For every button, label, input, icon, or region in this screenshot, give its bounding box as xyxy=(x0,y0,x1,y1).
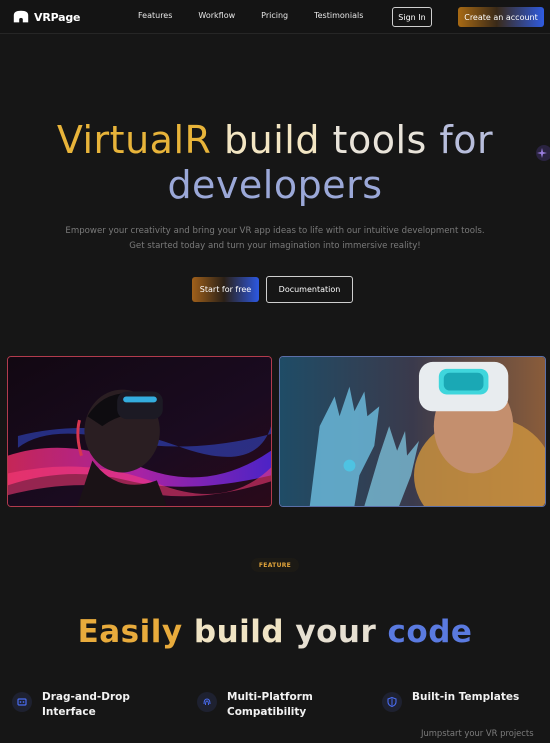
feature-label-line: Built-in Templates xyxy=(412,691,520,703)
hero-title-word: build xyxy=(224,118,320,162)
brand-name: VRPage xyxy=(34,10,81,24)
nav-link-features[interactable]: Features xyxy=(138,11,172,20)
section-title-word: build xyxy=(193,614,285,650)
nav-link-testimonials[interactable]: Testimonials xyxy=(314,11,363,20)
create-account-button[interactable]: Create an account xyxy=(458,7,544,27)
feature-item-templates: Built-in Templates xyxy=(382,690,532,712)
vr-headset-image-right xyxy=(279,356,546,507)
hero-title: VirtualR build tools for developers xyxy=(0,118,550,208)
feature-badge: FEATURE xyxy=(251,558,299,572)
top-nav: VRPage Features Workflow Pricing Testimo… xyxy=(0,0,550,34)
drag-icon xyxy=(12,692,32,712)
section-title-word: your xyxy=(295,614,377,650)
hero-title-word: for xyxy=(439,118,494,162)
feature-label: Drag-and-Drop Interface xyxy=(42,690,162,720)
vr-headset-image-left xyxy=(7,356,272,507)
brand-logo[interactable]: VRPage xyxy=(12,8,81,26)
feature-section-title: Easily build your code xyxy=(0,612,550,652)
feature-label-line: Multi-Platform xyxy=(227,691,313,703)
vr-logo-icon xyxy=(13,10,29,23)
hero-title-word: VirtualR xyxy=(56,118,212,162)
nav-link-pricing[interactable]: Pricing xyxy=(261,11,288,20)
sparkle-icon xyxy=(536,145,550,161)
documentation-button[interactable]: Documentation xyxy=(266,276,353,303)
feature-label-line: Drag-and-Drop xyxy=(42,691,130,703)
nav-link-workflow[interactable]: Workflow xyxy=(198,11,235,20)
feature-label-line: Compatibility xyxy=(227,706,307,718)
shield-icon xyxy=(382,692,402,712)
hero-title-word: developers xyxy=(167,163,383,207)
feature-item-drag-and-drop: Drag-and-Drop Interface xyxy=(12,690,162,720)
section-title-word: Easily xyxy=(77,614,183,650)
feature-label-line: Interface xyxy=(42,706,96,718)
hero-title-word: tools xyxy=(332,118,427,162)
feature-item-multi-platform: Multi-Platform Compatibility xyxy=(197,690,347,720)
nav-links: Features Workflow Pricing Testimonials xyxy=(138,11,389,20)
hero-subtitle-line: Get started today and turn your imaginat… xyxy=(129,241,421,251)
feature-description: Jumpstart your VR projects xyxy=(421,728,534,738)
hero-subtitle: Empower your creativity and bring your V… xyxy=(20,224,530,254)
hero-subtitle-line: Empower your creativity and bring your V… xyxy=(65,226,485,236)
fingerprint-icon xyxy=(197,692,217,712)
feature-label: Multi-Platform Compatibility xyxy=(227,690,347,720)
start-for-free-button[interactable]: Start for free xyxy=(192,277,259,302)
section-title-word: code xyxy=(387,614,473,650)
sign-in-button[interactable]: Sign In xyxy=(392,7,432,27)
feature-label: Built-in Templates xyxy=(412,690,532,705)
